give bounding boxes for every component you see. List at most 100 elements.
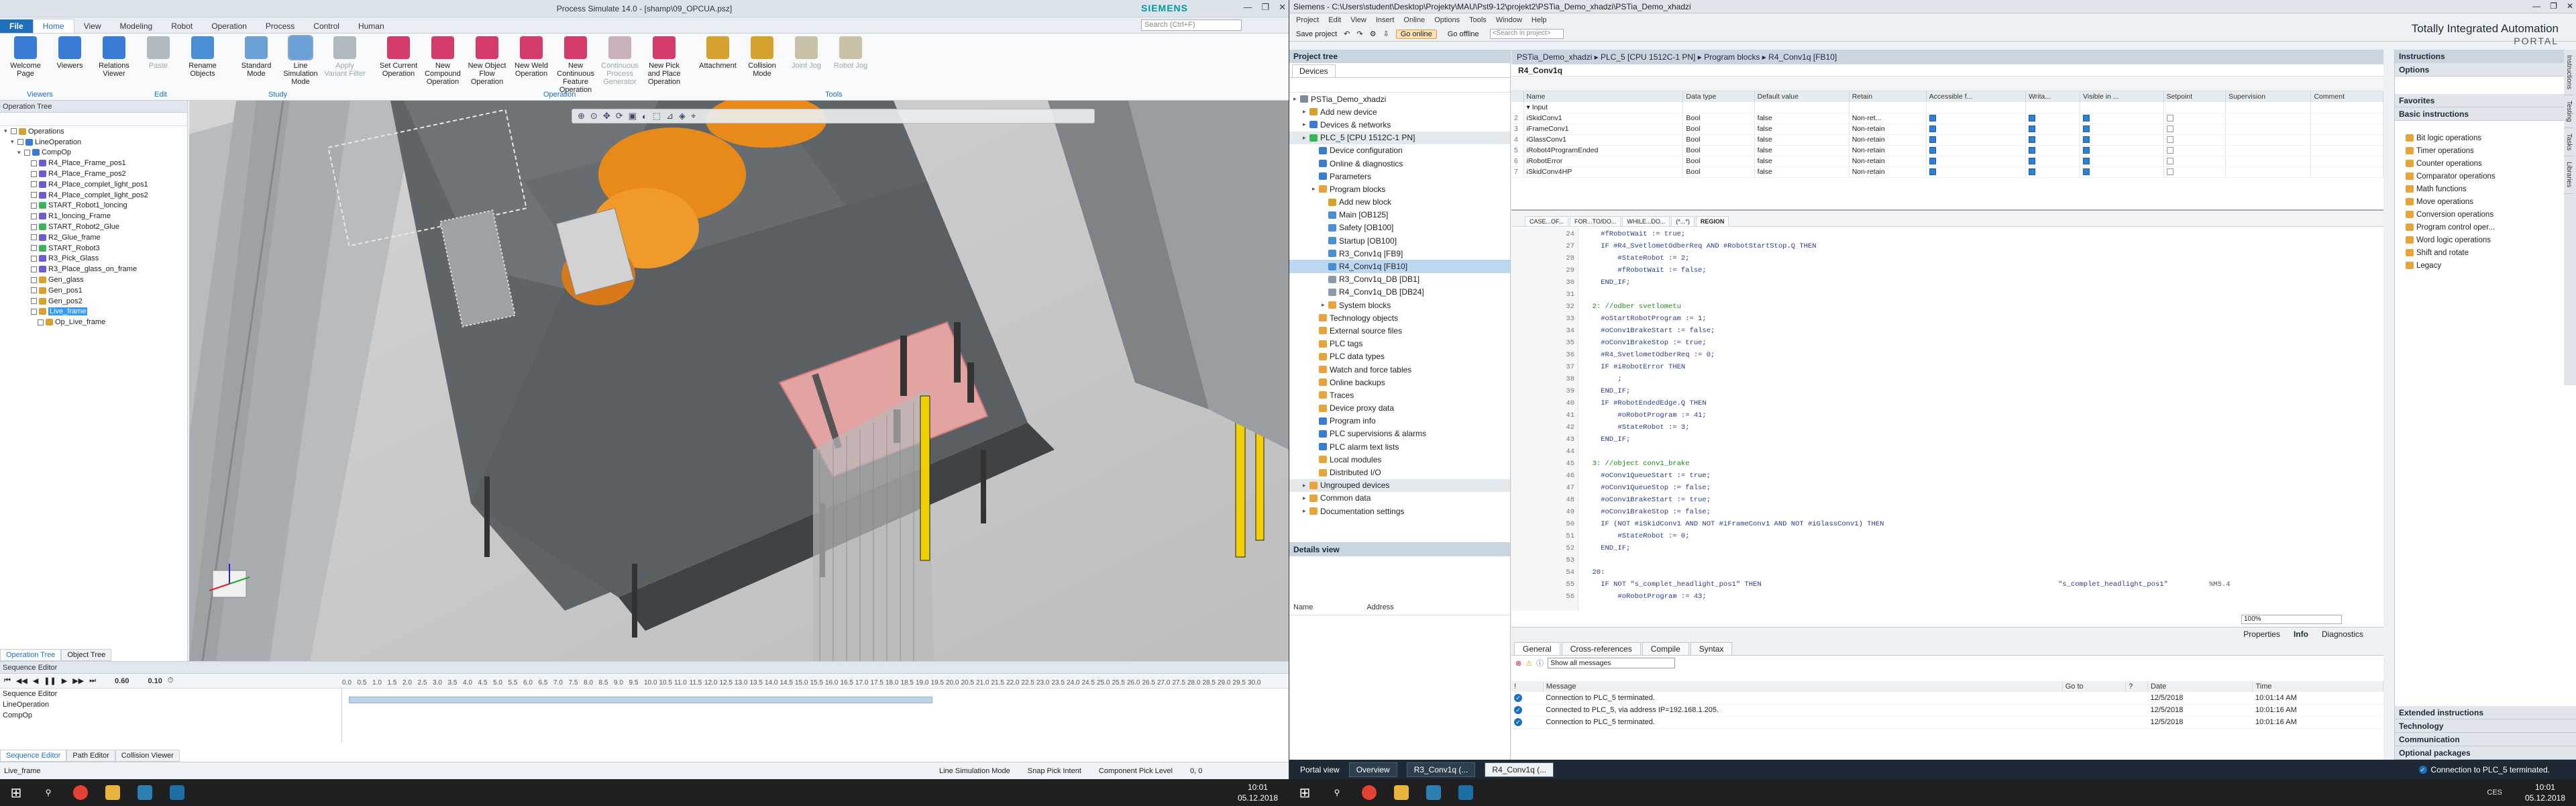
code-line[interactable]: 56 #oRobotProgram := 43; xyxy=(1511,591,2383,603)
visibility-checkbox[interactable] xyxy=(31,170,37,177)
checkbox[interactable] xyxy=(2083,158,2090,165)
interface-cell-acc[interactable] xyxy=(1926,166,2027,178)
visibility-checkbox[interactable] xyxy=(31,245,37,252)
visibility-checkbox[interactable] xyxy=(31,255,37,262)
ribbon-button[interactable]: New Object Flow Operation xyxy=(466,36,508,97)
visibility-checkbox[interactable] xyxy=(31,181,37,188)
code-line[interactable]: 36 #R4_SvetlometOdberReq := 0; xyxy=(1511,349,2383,361)
expand-toggle-icon[interactable]: ▸ xyxy=(1303,134,1309,142)
visibility-checkbox[interactable] xyxy=(31,160,37,166)
message-row[interactable]: ✓ Connection to PLC_5 terminated. 12/5/201… xyxy=(1511,692,2383,705)
interface-cell-name[interactable]: iRobotError xyxy=(1523,156,1684,167)
interface-cell-supervision[interactable] xyxy=(2225,134,2312,146)
snap-icon[interactable]: ⌖ xyxy=(691,111,696,121)
expand-toggle-icon[interactable]: ▸ xyxy=(1303,495,1309,502)
project-tree-item[interactable]: Main [OB125] xyxy=(1289,209,1510,221)
rewind-button[interactable]: ⏮ xyxy=(4,676,11,685)
ribbon-button[interactable]: Joint Jog xyxy=(785,36,828,97)
message-help[interactable] xyxy=(2125,716,2148,729)
checkbox[interactable] xyxy=(1929,125,1936,133)
ribbon-button[interactable]: New Weld Operation xyxy=(510,36,553,97)
checkbox[interactable] xyxy=(2166,168,2174,176)
tab-compile[interactable]: Compile xyxy=(1642,642,1689,655)
info-filter-icon[interactable]: ⓘ xyxy=(1536,658,1544,668)
interface-cell-n[interactable]: 4 xyxy=(1511,134,1524,146)
interface-cell-name[interactable]: ▾ Input xyxy=(1523,102,1684,113)
checkbox[interactable] xyxy=(2029,147,2036,154)
checkbox[interactable] xyxy=(2166,125,2174,133)
tab-devices[interactable]: Devices xyxy=(1292,64,1336,77)
editor-tab-r4[interactable]: R4_Conv1q (... xyxy=(1485,762,1554,777)
ribbon-button[interactable]: Standard Mode xyxy=(235,36,278,97)
project-tree-item[interactable]: Safety [OB100] xyxy=(1289,221,1510,234)
zoom-in-icon[interactable]: ⊕ xyxy=(578,111,585,121)
code-line[interactable]: 42 #StateRobot := 3; xyxy=(1511,421,2383,434)
task-card-tab[interactable]: Tasks xyxy=(2564,128,2574,157)
interface-cell-ret[interactable]: Non-retain xyxy=(1849,166,1927,178)
instruction-folder[interactable]: Counter operations xyxy=(2395,157,2576,170)
expand-toggle-icon[interactable]: ▸ xyxy=(1303,108,1309,115)
code-line[interactable]: 38 ; xyxy=(1511,373,2383,385)
interface-cell-comment[interactable] xyxy=(2310,145,2383,156)
tia-portal-icon[interactable] xyxy=(1417,779,1450,806)
breadcrumb-item[interactable]: PLC_5 [CPU 1512C-1 PN] xyxy=(1601,52,1695,62)
ribbon-button[interactable]: Paste xyxy=(137,36,180,97)
editor-tab-r3[interactable]: R3_Conv1q (... xyxy=(1406,762,1476,777)
interface-cell-comment[interactable] xyxy=(2310,102,2383,113)
visibility-checkbox[interactable] xyxy=(31,234,37,241)
interface-col-header[interactable]: Comment xyxy=(2310,91,2383,102)
tab-object-tree[interactable]: Object Tree xyxy=(61,649,112,661)
project-tree-item[interactable]: ▸ Common data xyxy=(1289,492,1510,505)
interface-row[interactable]: ▾ Input xyxy=(1511,102,2383,113)
interface-cell-def[interactable] xyxy=(1754,102,1849,113)
search-icon[interactable]: ⚲ xyxy=(1321,779,1353,806)
tia-maximize-button[interactable]: ❐ xyxy=(2550,1,2557,11)
interface-col-header[interactable] xyxy=(1511,91,1524,102)
interface-row[interactable]: 2 iSkidConv1 Bool false Non-ret... xyxy=(1511,113,2383,124)
ribbon-button[interactable]: Attachment xyxy=(696,36,739,97)
checkbox[interactable] xyxy=(1929,136,1936,144)
download-icon[interactable]: ⇩ xyxy=(1383,30,1389,38)
expand-toggle-icon[interactable]: ▸ xyxy=(1312,185,1319,193)
interface-cell-acc[interactable] xyxy=(1926,156,2027,167)
ps-minimize-button[interactable]: — xyxy=(1243,2,1252,13)
tab-cross-references[interactable]: Cross-references xyxy=(1561,642,1641,655)
clock-right[interactable]: 10:01 05.12.2018 xyxy=(2525,782,2565,803)
interface-cell-set[interactable] xyxy=(2163,134,2226,146)
interface-cell-vis[interactable] xyxy=(2080,123,2164,135)
interface-cell-def[interactable]: false xyxy=(1754,145,1849,156)
interface-cell-acc[interactable] xyxy=(1926,102,2027,113)
tab-path-editor[interactable]: Path Editor xyxy=(66,750,115,762)
interface-cell-vis[interactable] xyxy=(2080,166,2164,178)
info-tab[interactable]: Info xyxy=(2294,629,2308,639)
tree-item[interactable]: Gen_pos1 xyxy=(0,285,187,296)
sequence-row[interactable]: LineOperation xyxy=(0,699,341,710)
code-line[interactable]: 44 xyxy=(1511,446,2383,458)
project-tree-item[interactable]: Online backups xyxy=(1289,376,1510,389)
tab-process[interactable]: Process xyxy=(256,19,304,33)
interface-cell-name[interactable]: iSkidConv1 xyxy=(1523,113,1684,124)
interface-cell-type[interactable] xyxy=(1682,102,1755,113)
task-card-tab[interactable]: Testing xyxy=(2564,95,2574,128)
interface-cell-def[interactable]: false xyxy=(1754,166,1849,178)
visibility-checkbox[interactable] xyxy=(31,213,37,219)
project-tree-item[interactable]: ▸ Devices & networks xyxy=(1289,118,1510,131)
project-tree-item[interactable]: R3_Conv1q_DB [DB1] xyxy=(1289,273,1510,286)
ribbon-button[interactable]: New Compound Operation xyxy=(421,36,464,97)
interface-cell-vis[interactable] xyxy=(2080,156,2164,167)
interface-cell-comment[interactable] xyxy=(2310,113,2383,124)
project-tree-item[interactable]: Distributed I/O xyxy=(1289,466,1510,478)
visibility-checkbox[interactable] xyxy=(31,287,37,294)
code-line[interactable]: 53 xyxy=(1511,554,2383,566)
status-snap[interactable]: Snap Pick Intent xyxy=(1028,767,1081,775)
task-card-tab[interactable]: Libraries xyxy=(2564,156,2574,194)
windows-start-icon[interactable]: ⊞ xyxy=(0,785,32,801)
play-button[interactable]: ▶ xyxy=(62,676,67,685)
interface-cell-vis[interactable] xyxy=(2080,113,2164,124)
expand-toggle-icon[interactable]: ▸ xyxy=(1303,482,1309,489)
interface-col-header[interactable]: Name xyxy=(1523,91,1684,102)
interface-cell-wr[interactable] xyxy=(2025,102,2081,113)
status-pick-level[interactable]: Component Pick Level xyxy=(1099,767,1173,775)
interface-cell-set[interactable] xyxy=(2163,156,2226,167)
interface-cell-n[interactable]: 7 xyxy=(1511,166,1524,178)
